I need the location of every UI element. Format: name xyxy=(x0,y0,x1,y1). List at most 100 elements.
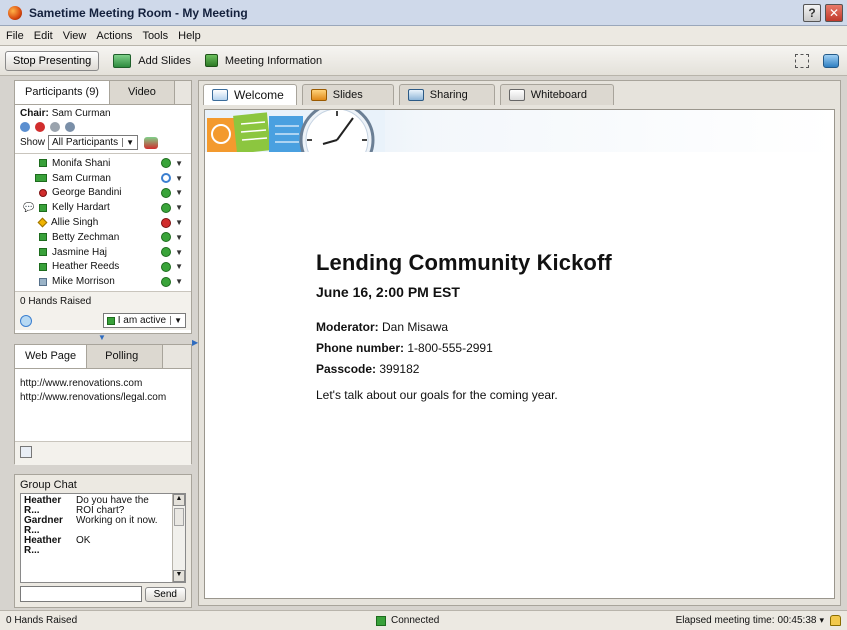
chevron-down-icon[interactable]: ▼ xyxy=(175,248,183,257)
phone-line: Phone number: 1-800-555-2991 xyxy=(316,341,612,355)
user-options-icon[interactable] xyxy=(65,122,75,132)
chevron-down-icon[interactable]: ▼ xyxy=(175,262,183,271)
participant-name: Jasmine Haj xyxy=(52,246,108,258)
participant-row[interactable]: Monifa Shani ▼ xyxy=(15,156,191,171)
chevron-down-icon[interactable]: ▼ xyxy=(175,188,183,197)
tab-sharing[interactable]: Sharing xyxy=(398,84,495,105)
invite-people-icon[interactable] xyxy=(144,136,159,149)
sametime-app-icon xyxy=(8,5,22,20)
tab-slides-label: Slides xyxy=(332,89,363,101)
tab-welcome[interactable]: Welcome xyxy=(203,84,297,105)
menu-actions[interactable]: Actions xyxy=(96,30,132,42)
participant-name: Mike Morrison xyxy=(52,276,115,288)
participant-tools xyxy=(15,119,191,135)
meeting-blurb: Let's talk about our goals for the comin… xyxy=(316,388,558,402)
clock-status-icon[interactable] xyxy=(161,173,172,184)
participant-row[interactable]: Mike Morrison ▼ xyxy=(15,274,191,289)
web-link[interactable]: http://www.renovations.com xyxy=(20,377,186,391)
participant-row[interactable]: Sam Curman ▼ xyxy=(15,171,191,186)
add-web-page-icon[interactable] xyxy=(20,446,32,458)
green-square-icon xyxy=(39,248,47,257)
chevron-down-icon[interactable]: ▼ xyxy=(175,159,183,168)
green-square-icon xyxy=(39,262,47,271)
tab-whiteboard-label: Whiteboard xyxy=(530,89,587,101)
chevron-down-icon: ▼ xyxy=(122,138,134,147)
lock-meeting-icon[interactable] xyxy=(830,615,841,626)
meeting-information-button[interactable]: Meeting Information xyxy=(204,54,322,67)
tab-web-page[interactable]: Web Page xyxy=(15,345,88,368)
web-link[interactable]: http://www.renovations/legal.com xyxy=(20,391,186,405)
hands-raised-count: 0 Hands Raised xyxy=(15,291,191,312)
moderator-line: Moderator: Dan Misawa xyxy=(316,320,612,334)
menu-view[interactable]: View xyxy=(63,30,87,42)
chevron-down-icon[interactable]: ▼ xyxy=(175,203,183,212)
elapsed-caret-icon[interactable]: ▾ xyxy=(819,615,824,626)
meeting-details: Moderator: Dan Misawa Phone number: 1-80… xyxy=(316,320,612,402)
participant-row[interactable]: Allie Singh ▼ xyxy=(15,215,191,230)
stop-presenting-button[interactable]: Stop Presenting xyxy=(5,50,100,71)
participant-row[interactable]: 💬 Kelly Hardart ▼ xyxy=(15,200,191,215)
tab-participants[interactable]: Participants (9) xyxy=(15,81,110,104)
tab-slides[interactable]: Slides xyxy=(301,84,394,105)
chat-scrollbar[interactable]: ▲ ▼ xyxy=(172,494,185,582)
chat-message-input[interactable] xyxy=(20,586,142,602)
menu-edit[interactable]: Edit xyxy=(34,30,53,42)
whiteboard-icon xyxy=(508,89,525,101)
toolbar-right-icons xyxy=(795,53,839,68)
speaker-icon[interactable] xyxy=(20,122,30,132)
phone-label: Phone number: xyxy=(316,341,405,355)
speaking-status-icon[interactable] xyxy=(161,232,172,243)
phone-number: 1-800-555-2991 xyxy=(407,341,493,355)
participant-row[interactable]: Jasmine Haj ▼ xyxy=(15,245,191,260)
speaking-status-icon[interactable] xyxy=(161,261,172,272)
raise-hand-icon[interactable] xyxy=(20,314,32,327)
chevron-down-icon[interactable]: ▼ xyxy=(175,218,183,227)
collapse-panel-icon[interactable]: ▼ xyxy=(98,333,106,342)
screen-share-icon[interactable] xyxy=(823,53,839,68)
chevron-down-icon[interactable]: ▼ xyxy=(175,277,183,286)
chat-input-row: Send xyxy=(15,583,191,605)
close-window-button[interactable]: ✕ xyxy=(825,3,843,22)
elapsed-time: Elapsed meeting time: 00:45:38 ▾ xyxy=(676,615,841,626)
participant-name: Sam Curman xyxy=(52,172,111,184)
meeting-info-icon xyxy=(204,54,218,67)
elapsed-label: Elapsed meeting time: xyxy=(675,615,775,626)
participants-panel: Participants (9) Video Chair: Sam Curman… xyxy=(14,80,192,334)
participant-row[interactable]: Heather Reeds ▼ xyxy=(15,260,191,275)
add-slides-button[interactable]: Add Slides xyxy=(113,53,191,68)
web-page-tabstrip: Web Page Polling xyxy=(15,345,191,369)
chevron-down-icon[interactable]: ▼ xyxy=(175,233,183,242)
scroll-thumb[interactable] xyxy=(174,508,184,526)
help-button[interactable]: ? xyxy=(803,3,821,22)
send-button[interactable]: Send xyxy=(144,586,186,602)
elapsed-value: 00:45:38 xyxy=(777,615,817,626)
web-page-footer xyxy=(15,442,191,465)
green-square-icon xyxy=(39,233,47,242)
menu-tools[interactable]: Tools xyxy=(142,30,168,42)
tab-whiteboard[interactable]: Whiteboard xyxy=(499,84,614,105)
participant-row[interactable]: Betty Zechman ▼ xyxy=(15,230,191,245)
speaking-status-icon[interactable] xyxy=(161,276,172,287)
tab-polling[interactable]: Polling xyxy=(87,345,164,368)
scroll-up-icon[interactable]: ▲ xyxy=(173,494,185,506)
pointer-icon[interactable] xyxy=(50,122,60,132)
muted-status-icon[interactable] xyxy=(161,217,172,228)
chat-sender: Gardner R... xyxy=(24,515,63,536)
tab-video[interactable]: Video xyxy=(109,81,175,104)
speaking-status-icon[interactable] xyxy=(161,247,172,258)
speaking-status-icon[interactable] xyxy=(161,202,172,213)
participant-name: Betty Zechman xyxy=(52,231,120,243)
speaking-status-icon[interactable] xyxy=(161,187,172,198)
chevron-down-icon[interactable]: ▼ xyxy=(175,174,183,183)
web-page-panel: Web Page Polling http://www.renovations.… xyxy=(14,344,192,465)
participant-filter-select[interactable]: All Participants ▼ xyxy=(48,135,139,150)
mute-all-icon[interactable] xyxy=(35,122,45,132)
participant-row[interactable]: George Bandini ▼ xyxy=(15,186,191,201)
menu-file[interactable]: File xyxy=(6,30,24,42)
menu-help[interactable]: Help xyxy=(178,30,201,42)
speaking-status-icon[interactable] xyxy=(161,158,172,169)
my-status-select[interactable]: I am active ▼ xyxy=(102,313,186,329)
presenter-icon-icon xyxy=(35,174,47,183)
scroll-down-icon[interactable]: ▼ xyxy=(173,570,185,582)
fit-to-window-icon[interactable] xyxy=(795,53,809,68)
